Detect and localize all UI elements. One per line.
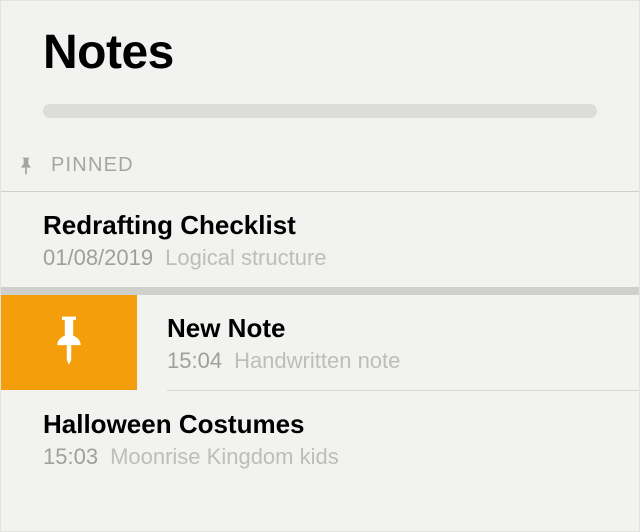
note-meta: 15:03 Moonrise Kingdom kids bbox=[43, 444, 597, 470]
note-row-swiped[interactable]: New Note 15:04 Handwritten note bbox=[1, 295, 639, 390]
note-date: 15:04 bbox=[167, 348, 222, 373]
header: Notes bbox=[1, 1, 639, 88]
note-meta: 01/08/2019 Logical structure bbox=[43, 245, 597, 271]
page-title: Notes bbox=[43, 25, 597, 80]
note-preview: Logical structure bbox=[165, 245, 326, 270]
note-date: 01/08/2019 bbox=[43, 245, 153, 270]
note-title: New Note bbox=[167, 313, 597, 344]
note-date: 15:03 bbox=[43, 444, 98, 469]
pinned-section-header: PINNED bbox=[1, 118, 639, 191]
note-row-pinned[interactable]: Redrafting Checklist 01/08/2019 Logical s… bbox=[1, 192, 639, 287]
section-divider bbox=[1, 287, 639, 295]
notes-list: Redrafting Checklist 01/08/2019 Logical s… bbox=[1, 191, 639, 486]
pin-icon bbox=[41, 312, 97, 373]
note-preview: Moonrise Kingdom kids bbox=[110, 444, 339, 469]
note-title: Halloween Costumes bbox=[43, 409, 597, 440]
search-bar[interactable] bbox=[43, 104, 597, 118]
note-row[interactable]: Halloween Costumes 15:03 Moonrise Kingdom… bbox=[1, 391, 639, 486]
note-preview: Handwritten note bbox=[234, 348, 400, 373]
note-title: Redrafting Checklist bbox=[43, 210, 597, 241]
pinned-section-label: PINNED bbox=[51, 154, 134, 177]
pin-swipe-action[interactable] bbox=[1, 295, 137, 390]
note-meta: 15:04 Handwritten note bbox=[167, 348, 597, 374]
pin-icon bbox=[15, 155, 37, 177]
